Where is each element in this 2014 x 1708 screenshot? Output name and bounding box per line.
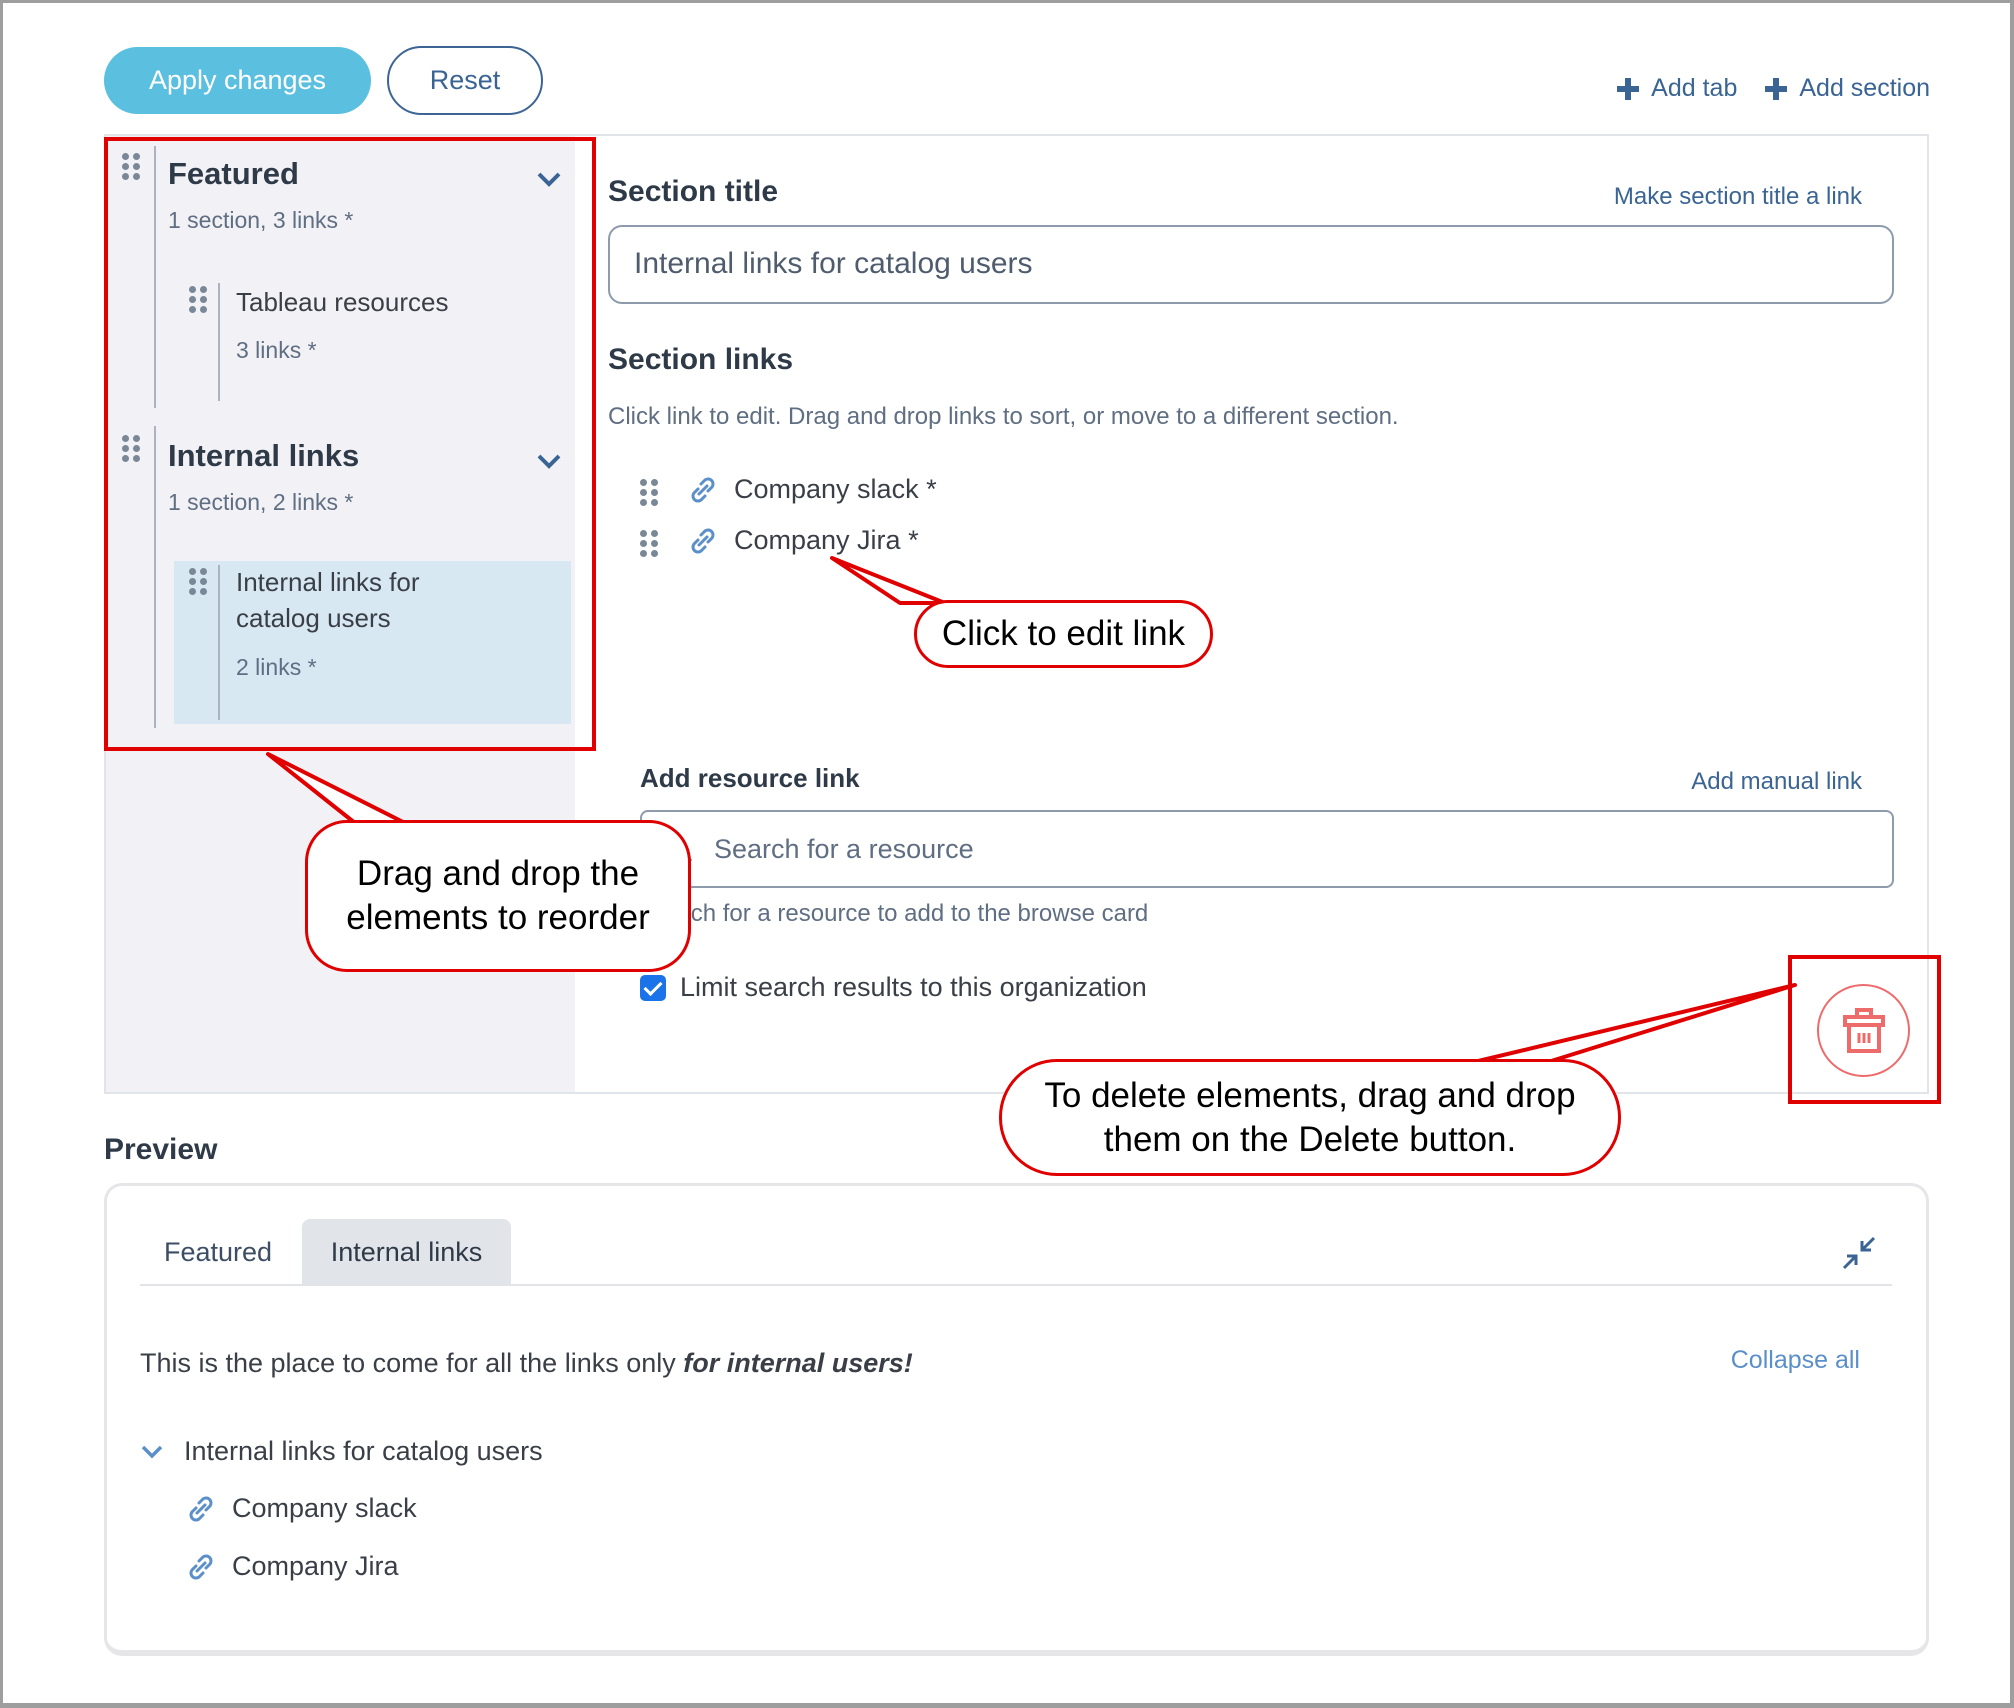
preview-link-item[interactable]: Company Jira [186,1551,399,1582]
preview-tab-featured[interactable]: Featured [140,1219,296,1285]
preview-section-header[interactable]: Internal links for catalog users [140,1436,543,1467]
drag-handle-icon[interactable] [640,478,658,506]
top-actions: Add tab Add section [1617,74,1930,103]
link-icon [189,1554,213,1579]
section-title-input[interactable]: Internal links for catalog users [608,225,1894,304]
annotation-box-sidebar [104,137,596,751]
limit-search-checkbox-row[interactable]: Limit search results to this organizatio… [640,972,1147,1003]
section-link-item[interactable]: Company Jira * [640,525,919,557]
resource-search-input[interactable]: Search for a resource [640,810,1894,888]
callout-edit-link: Click to edit link [914,600,1213,668]
link-label: Company slack * [734,474,937,504]
section-title-value: Internal links for catalog users [634,247,1033,280]
preview-section-title: Internal links for catalog users [184,1436,543,1466]
preview-link-item[interactable]: Company slack [186,1493,417,1524]
preview-heading: Preview [104,1133,218,1166]
plus-icon [1765,77,1788,100]
preview-tabs-divider [140,1284,1892,1286]
add-section-button[interactable]: Add section [1765,74,1930,103]
collapse-all-link[interactable]: Collapse all [1731,1346,1860,1375]
callout-delete: To delete elements, drag and drop them o… [999,1059,1621,1176]
chevron-down-icon[interactable] [140,1444,164,1460]
minimize-icon[interactable] [1842,1236,1876,1270]
link-icon [691,477,715,502]
apply-changes-button[interactable]: Apply changes [104,47,371,114]
search-hint: Search for a resource to add to the brow… [640,900,1149,927]
search-placeholder: Search for a resource [714,834,974,864]
preview-tab-internal-links[interactable]: Internal links [302,1219,511,1285]
link-label: Company slack [232,1493,417,1523]
drag-handle-icon[interactable] [640,529,658,557]
description-text: This is the place to come for all the li… [140,1348,684,1378]
link-label: Company Jira * [734,525,919,555]
plus-icon [1617,77,1640,100]
annotation-box-delete [1788,955,1941,1104]
preview-description: This is the place to come for all the li… [140,1348,913,1379]
link-icon [189,1496,213,1521]
callout-text-line1: Drag and drop the [356,854,640,894]
add-resource-label: Add resource link [640,763,860,793]
add-tab-label: Add tab [1651,74,1738,102]
add-tab-button[interactable]: Add tab [1617,74,1737,103]
callout-text-line2: elements to reorder [346,898,650,937]
make-section-title-link[interactable]: Make section title a link [1614,183,1862,211]
limit-search-label: Limit search results to this organizatio… [680,972,1147,1002]
add-section-label: Add section [1799,74,1930,102]
callout-reorder: Drag and drop the elements to reorder [305,820,691,972]
callout-text-line2: them on the Delete button. [1103,1119,1517,1159]
limit-search-checkbox[interactable] [640,974,666,1001]
link-label: Company Jira [232,1551,399,1581]
callout-text-line1: To delete elements, drag and drop [1044,1075,1576,1115]
description-emphasis: for internal users! [683,1348,913,1378]
callout-text: Click to edit link [941,614,1186,654]
add-manual-link[interactable]: Add manual link [1691,768,1862,796]
section-title-label: Section title [608,175,779,208]
section-links-hint: Click link to edit. Drag and drop links … [608,403,1399,430]
section-links-label: Section links [608,343,794,376]
reset-button[interactable]: Reset [387,46,543,115]
link-icon [691,528,715,553]
section-link-item[interactable]: Company slack * [640,474,937,506]
